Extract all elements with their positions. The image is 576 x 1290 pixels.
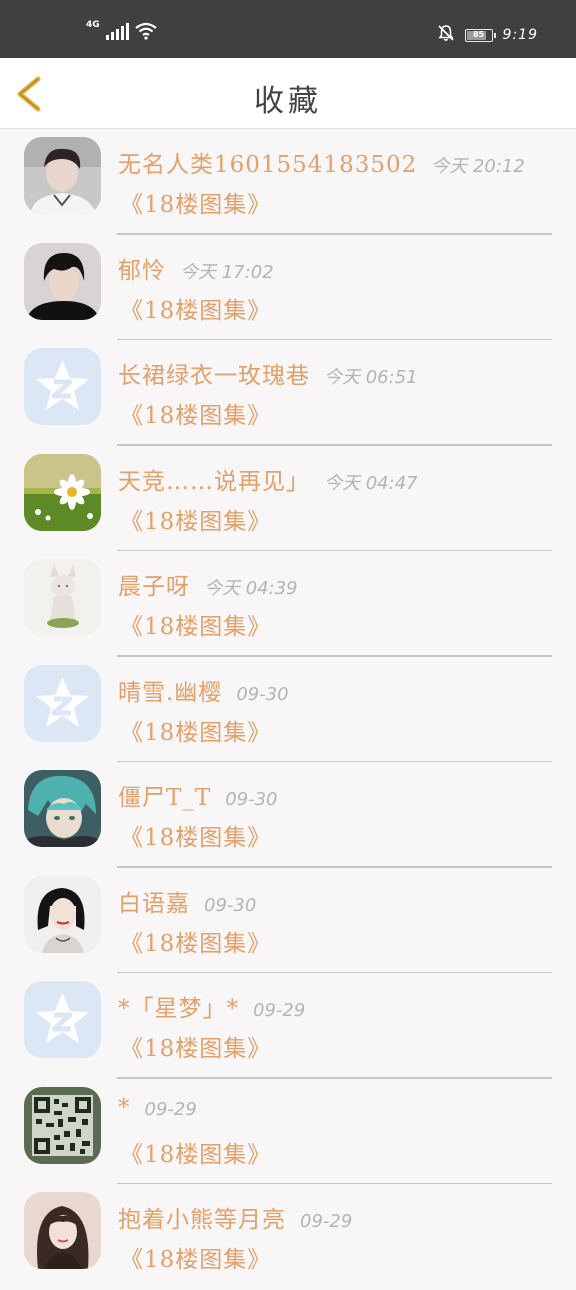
item-name: 白语嘉 09-30 xyxy=(118,884,256,918)
list-item[interactable]: 长裙绿衣一玫瑰巷 今天 06:51 《18楼图集》 xyxy=(0,340,576,446)
item-subtitle: 《18楼图集》 xyxy=(120,192,272,218)
item-name-text: 天竞……说再见」 xyxy=(118,468,310,495)
item-time: 09-30 xyxy=(225,789,278,810)
item-subtitle: 《18楼图集》 xyxy=(120,825,272,851)
list-item[interactable]: 僵尸T_T 09-30 《18楼图集》 xyxy=(0,762,576,868)
item-name-text: 无名人类1601554183502 xyxy=(118,152,418,178)
item-time: 今天 17:02 xyxy=(180,261,274,283)
item-name: 晴雪.幽樱 09-30 xyxy=(118,673,289,707)
avatar xyxy=(24,453,101,531)
avatar xyxy=(24,1086,101,1164)
qr-code-icon xyxy=(24,1086,101,1164)
item-name-text: 抱着小熊等月亮 xyxy=(118,1207,286,1233)
item-time: 今天 04:39 xyxy=(204,578,298,599)
list-item[interactable]: * 09-29 《18楼图集》 xyxy=(0,1079,576,1184)
daisy-field-icon xyxy=(24,453,101,531)
list-item[interactable]: 白语嘉 09-30 《18楼图集》 xyxy=(0,868,576,973)
item-name-text: * xyxy=(118,1094,131,1121)
item-name: 长裙绿衣一玫瑰巷 今天 06:51 xyxy=(118,356,418,390)
item-time: 今天 04:47 xyxy=(324,472,418,494)
avatar xyxy=(24,242,101,320)
qq-default-avatar-icon xyxy=(24,348,101,425)
item-name: 抱着小熊等月亮 09-29 xyxy=(118,1200,352,1234)
item-name-text: 长裙绿衣一玫瑰巷 xyxy=(118,363,310,389)
signal-icon xyxy=(105,22,129,40)
avatar xyxy=(24,664,101,742)
battery-icon: 85 xyxy=(464,28,496,42)
item-subtitle: 《18楼图集》 xyxy=(120,930,272,957)
clock: 9:19 xyxy=(502,27,538,43)
item-time: 09-29 xyxy=(144,1098,197,1120)
item-name: 僵尸T_T 09-30 xyxy=(118,778,278,812)
avatar xyxy=(24,137,101,214)
photo-boy-black-hair-icon xyxy=(24,242,101,320)
item-name: 晨子呀 今天 04:39 xyxy=(118,567,298,601)
anime-fox-girl-icon xyxy=(24,559,101,636)
list-item[interactable]: 无名人类1601554183502 今天 20:12 《18楼图集》 xyxy=(0,129,576,235)
item-name: 无名人类1601554183502 今天 20:12 xyxy=(118,145,525,179)
item-subtitle: 《18楼图集》 xyxy=(120,1141,272,1168)
qq-default-avatar-icon xyxy=(24,981,101,1058)
avatar xyxy=(24,1192,101,1269)
avatar xyxy=(24,770,101,847)
item-time: 09-29 xyxy=(253,1000,306,1021)
list-item[interactable]: 晴雪.幽樱 09-30 《18楼图集》 xyxy=(0,657,576,762)
avatar xyxy=(24,981,101,1058)
item-subtitle: 《18楼图集》 xyxy=(120,508,272,535)
photo-girl-long-hair-icon xyxy=(24,1192,101,1269)
favorites-list: 无名人类1601554183502 今天 20:12 《18楼图集》 郁怜 今天 1… xyxy=(0,129,576,1290)
item-subtitle: 《18楼图集》 xyxy=(120,1036,272,1062)
qq-default-avatar-icon xyxy=(24,664,101,742)
item-subtitle: 《18楼图集》 xyxy=(120,719,272,746)
item-name-text: 白语嘉 xyxy=(118,890,190,917)
avatar xyxy=(24,559,101,636)
page-title: 收藏 xyxy=(254,84,322,119)
network-type: 4G xyxy=(86,20,100,30)
item-subtitle: 《18楼图集》 xyxy=(120,614,272,640)
item-name: 天竞……说再见」 今天 04:47 xyxy=(118,462,418,496)
list-item[interactable]: 天竞……说再见」 今天 04:47 《18楼图集》 xyxy=(0,446,576,551)
list-item[interactable]: 晨子呀 今天 04:39 《18楼图集》 xyxy=(0,551,576,657)
item-time: 09-29 xyxy=(300,1211,353,1232)
item-name-text: 晨子呀 xyxy=(118,574,190,600)
battery-level: 85 xyxy=(472,29,485,39)
list-item[interactable]: 郁怜 今天 17:02 《18楼图集》 xyxy=(0,235,576,340)
item-time: 09-30 xyxy=(236,683,289,705)
item-subtitle: 《18楼图集》 xyxy=(120,403,272,429)
item-name: * 09-29 xyxy=(118,1095,197,1121)
item-time: 今天 06:51 xyxy=(324,367,418,388)
anime-teal-hair-icon xyxy=(24,770,101,847)
wifi-icon xyxy=(134,22,157,40)
item-subtitle: 《18楼图集》 xyxy=(120,297,272,324)
list-item[interactable]: *「星梦」* 09-29 《18楼图集》 xyxy=(0,973,576,1079)
item-name-text: 僵尸T_T xyxy=(118,785,212,811)
status-bar: 4G 85 9:19 xyxy=(0,0,576,58)
photo-girl-bob-icon xyxy=(24,875,101,953)
bell-muted-icon xyxy=(437,24,455,46)
item-name-text: 晴雪.幽樱 xyxy=(118,679,223,706)
item-name-text: 郁怜 xyxy=(118,257,166,284)
nav-bar: 收藏 xyxy=(0,58,576,129)
item-time: 09-30 xyxy=(204,894,257,916)
photo-boy-white-shirt-icon xyxy=(24,137,101,214)
item-subtitle: 《18楼图集》 xyxy=(120,1247,272,1273)
item-time: 今天 20:12 xyxy=(431,156,525,177)
item-name-text: *「星梦」* xyxy=(118,996,239,1022)
avatar xyxy=(24,875,101,953)
item-name: 郁怜 今天 17:02 xyxy=(118,251,274,285)
status-left: 4G xyxy=(86,20,157,40)
status-right: 85 9:19 xyxy=(437,24,538,46)
list-item[interactable]: 抱着小熊等月亮 09-29 《18楼图集》 xyxy=(0,1184,576,1290)
avatar xyxy=(24,348,101,425)
item-name: *「星梦」* 09-29 xyxy=(118,989,305,1023)
